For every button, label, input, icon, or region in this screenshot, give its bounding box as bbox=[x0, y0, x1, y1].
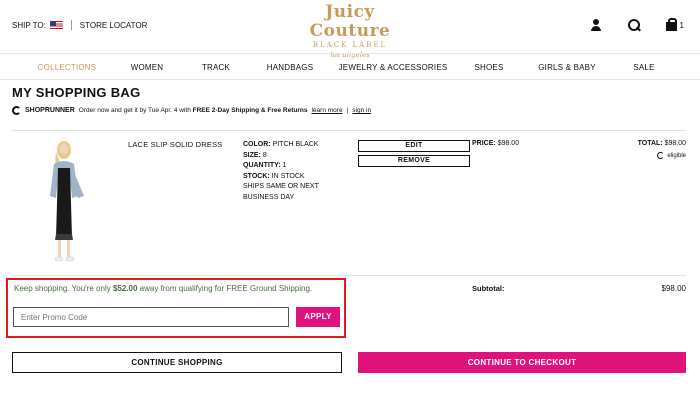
continue-shopping-button[interactable]: CONTINUE SHOPPING bbox=[12, 352, 342, 373]
nav-collections[interactable]: COLLECTIONS bbox=[38, 63, 97, 72]
promo-section: Keep shopping. You're only $52.00 away f… bbox=[6, 278, 346, 338]
bag-button[interactable]: 1 bbox=[665, 18, 684, 32]
store-locator-link[interactable]: STORE LOCATOR bbox=[80, 21, 148, 30]
size-row: SIZE: 8 bbox=[243, 151, 333, 162]
product-name[interactable]: LACE SLIP SOLID DRESS bbox=[128, 140, 223, 149]
bag-count: 1 bbox=[679, 20, 684, 30]
nav-women[interactable]: WOMEN bbox=[131, 63, 164, 72]
checkout-button[interactable]: CONTINUE TO CHECKOUT bbox=[358, 352, 686, 373]
size-value: 8 bbox=[262, 151, 267, 159]
shoprunner-banner: SHOPRUNNER Order now and get it by Tue A… bbox=[12, 106, 371, 115]
sign-in-link[interactable]: sign in bbox=[352, 107, 371, 114]
shoprunner-text: Order now and get it by Tue Apr. 4 with … bbox=[79, 107, 308, 114]
subtotal-value: $98.00 bbox=[661, 284, 686, 293]
nav-track[interactable]: TRACK bbox=[202, 63, 230, 72]
shoprunner-icon bbox=[12, 106, 21, 115]
learn-more-link[interactable]: learn more bbox=[311, 107, 342, 114]
free-shipping-amount: $52.00 bbox=[112, 284, 138, 293]
remove-button[interactable]: REMOVE bbox=[358, 155, 470, 167]
nav-sale[interactable]: SALE bbox=[633, 63, 654, 72]
logo-line-1: Juicy Couture bbox=[309, 2, 391, 41]
page-title: MY SHOPPING BAG bbox=[12, 85, 141, 100]
total: TOTAL: $98.00 bbox=[638, 140, 686, 147]
divider-bottom bbox=[12, 275, 686, 276]
shoprunner-text-b: FREE 2-Day Shipping & Free Returns bbox=[192, 107, 308, 114]
price-value: $98.00 bbox=[497, 140, 520, 147]
ship-to[interactable]: SHIP TO: STORE LOCATOR bbox=[12, 20, 147, 30]
stock-value: IN STOCK bbox=[271, 172, 305, 180]
logo-line-2: BLACK LABEL bbox=[312, 41, 388, 49]
shoprunner-text-a: Order now and get it by Tue Apr. 4 with bbox=[78, 107, 193, 114]
nav-handbags[interactable]: HANDBAGS bbox=[267, 63, 314, 72]
top-bar: SHIP TO: STORE LOCATOR Juicy Couture BLA… bbox=[0, 0, 700, 60]
ship-to-label: SHIP TO: bbox=[12, 20, 46, 30]
quantity-row: QUANTITY: 1 bbox=[243, 161, 333, 172]
shipping-note: SHIPS SAME OR NEXT BUSINESS DAY bbox=[243, 183, 319, 201]
nav-shoes[interactable]: SHOES bbox=[474, 63, 503, 72]
account-icon[interactable] bbox=[589, 18, 603, 32]
divider-top bbox=[12, 130, 686, 131]
free-shipping-message: Keep shopping. You're only $52.00 away f… bbox=[14, 284, 334, 294]
stock-label: STOCK: bbox=[243, 172, 270, 180]
shoprunner-small-icon bbox=[657, 152, 665, 159]
promo-code-input[interactable] bbox=[13, 307, 289, 327]
price-label: PRICE: bbox=[472, 140, 496, 147]
shoprunner-brand: SHOPRUNNER bbox=[25, 107, 75, 114]
price: PRICE: $98.00 bbox=[472, 140, 519, 147]
product-details: COLOR: PITCH BLACK SIZE: 8 QUANTITY: 1 S… bbox=[243, 140, 333, 203]
shoprunner-eligible: eligible bbox=[657, 152, 686, 159]
search-icon[interactable] bbox=[627, 18, 641, 32]
main-nav: COLLECTIONS WOMEN TRACK HANDBAGS JEWELRY… bbox=[0, 53, 700, 80]
product-image[interactable] bbox=[38, 138, 92, 264]
free-shipping-msg-b: away from qualifying for FREE Ground Shi… bbox=[137, 284, 313, 293]
quantity-value: 1 bbox=[282, 162, 287, 169]
stock-row: STOCK: IN STOCK bbox=[243, 172, 333, 183]
free-shipping-msg-a: Keep shopping. You're only bbox=[14, 284, 113, 293]
divider bbox=[70, 20, 72, 30]
shoprunner-divider: | bbox=[346, 107, 349, 114]
color-row: COLOR: PITCH BLACK bbox=[243, 140, 333, 151]
shopping-bag-icon bbox=[665, 18, 679, 32]
header-icons: 1 bbox=[589, 18, 684, 32]
quantity-label: QUANTITY: bbox=[243, 162, 281, 169]
size-label: SIZE: bbox=[243, 151, 261, 159]
color-label: COLOR: bbox=[243, 141, 271, 148]
brand-logo[interactable]: Juicy Couture BLACK LABEL los angeles bbox=[290, 3, 410, 60]
nav-jewelry-accessories[interactable]: JEWELRY & ACCESSORIES bbox=[339, 63, 448, 72]
total-label: TOTAL: bbox=[637, 140, 663, 147]
us-flag-icon[interactable] bbox=[49, 21, 63, 29]
nav-girls-baby[interactable]: GIRLS & BABY bbox=[538, 63, 596, 72]
eligible-label: eligible bbox=[667, 152, 686, 159]
apply-button[interactable]: APPLY bbox=[296, 307, 340, 327]
subtotal-label: Subtotal: bbox=[472, 284, 505, 293]
total-value: $98.00 bbox=[664, 140, 686, 147]
edit-button[interactable]: EDIT bbox=[358, 140, 470, 152]
color-value: PITCH BLACK bbox=[272, 141, 319, 148]
